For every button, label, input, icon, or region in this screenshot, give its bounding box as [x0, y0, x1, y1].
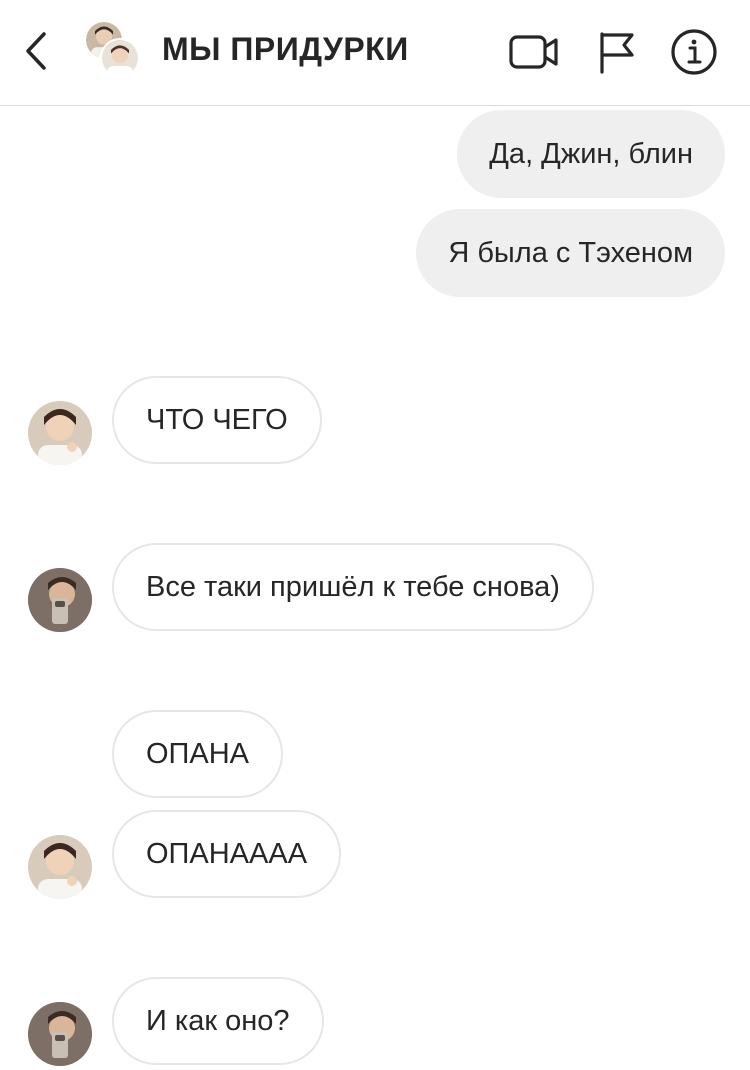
message-bubble-incoming[interactable]: И как оно?: [112, 977, 324, 1065]
sender-avatar[interactable]: [28, 401, 92, 465]
chat-header: МЫ ПРИДУРКИ: [0, 0, 750, 106]
message-bubble-outgoing[interactable]: Я была с Тэхеном: [416, 209, 725, 297]
video-call-button[interactable]: [508, 28, 560, 76]
message-text: И как оно?: [146, 1005, 290, 1037]
report-button[interactable]: [592, 28, 644, 76]
message-bubble-incoming[interactable]: ЧТО ЧЕГО: [112, 376, 322, 464]
sender-avatar[interactable]: [28, 1002, 92, 1066]
chat-title[interactable]: МЫ ПРИДУРКИ: [162, 31, 409, 68]
member-avatar: [100, 38, 140, 78]
message-text: Все таки пришёл к тебе снова): [146, 571, 560, 603]
message-bubble-incoming[interactable]: Все таки пришёл к тебе снова): [112, 543, 594, 631]
video-camera-icon: [509, 35, 558, 69]
message-bubble-incoming[interactable]: ОПАНАААА: [112, 810, 342, 898]
message-text: ОПАНАААА: [146, 838, 308, 870]
message-text: ЧТО ЧЕГО: [146, 404, 288, 436]
message-bubble-incoming[interactable]: ОПАНА: [112, 710, 284, 798]
sender-avatar[interactable]: [28, 835, 92, 899]
message-list[interactable]: Да, Джин, блин Я была с Тэхеном ЧТО ЧЕГО…: [0, 106, 750, 1070]
sender-avatar[interactable]: [28, 568, 92, 632]
message-text: ОПАНА: [146, 738, 250, 770]
back-button[interactable]: [18, 26, 58, 76]
message-bubble-outgoing[interactable]: Да, Джин, блин: [457, 110, 725, 198]
chevron-left-icon: [26, 32, 46, 70]
message-text: Да, Джин, блин: [489, 138, 693, 170]
message-text: Я была с Тэхеном: [448, 237, 693, 269]
info-circle-icon: [671, 29, 717, 75]
group-avatar[interactable]: [84, 20, 144, 80]
info-button[interactable]: [668, 28, 720, 76]
flag-icon: [600, 32, 634, 74]
